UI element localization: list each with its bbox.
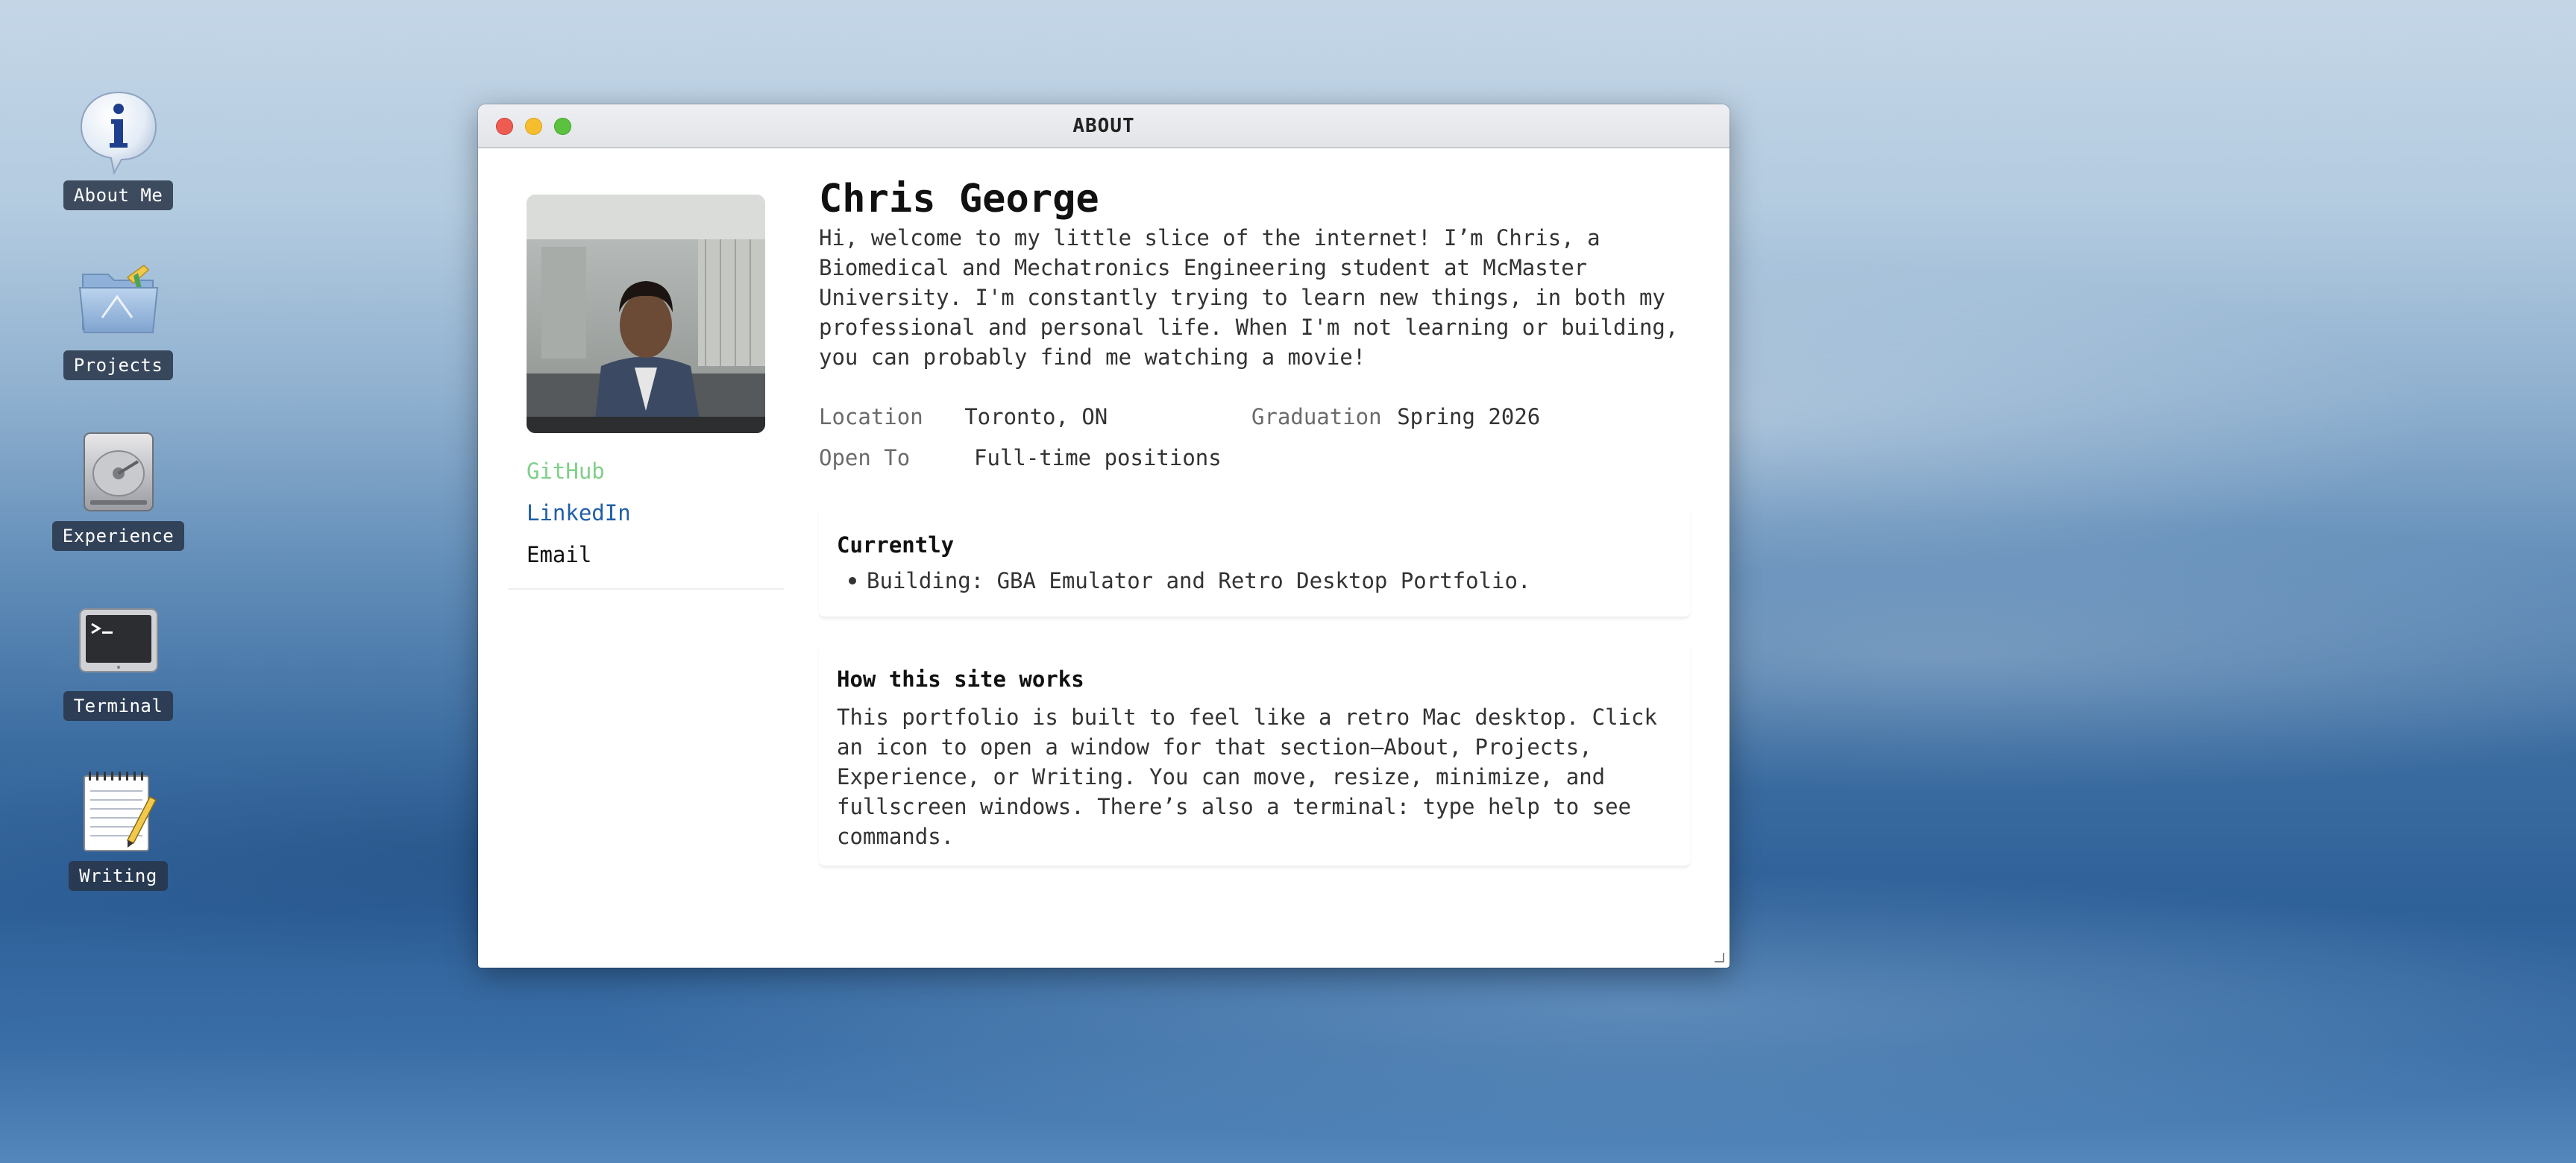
currently-title: Currently [837,532,955,558]
desktop-icon-experience[interactable]: Experience [51,429,185,551]
close-button[interactable] [496,118,513,135]
profile-links: GitHub LinkedIn Email [527,450,631,576]
list-item: Building: GBA Emulator and Retro Desktop… [837,568,1530,593]
resize-handle-icon[interactable] [1713,951,1725,963]
divider [508,588,784,590]
email-link[interactable]: Email [527,534,631,576]
window-content: GitHub LinkedIn Email Chris George Hi, w… [478,148,1730,968]
desktop-icon-about-me[interactable]: About Me [57,88,180,210]
window-title: ABOUT [1072,114,1135,137]
profile-name: Chris George [819,177,1099,221]
open-to-value: Full-time positions [974,445,1222,470]
bullet-icon [849,577,856,584]
about-window[interactable]: ABOUT GitHub LinkedIn Email Chris George… [478,104,1730,968]
currently-card: Currently Building: GBA Emulator and Ret… [819,506,1690,618]
window-controls [496,118,571,135]
fullscreen-button[interactable] [554,118,571,135]
location-value: Toronto, ON [964,404,1108,429]
linkedin-link[interactable]: LinkedIn [527,492,631,534]
desktop-icon-label: Projects [63,350,174,380]
info-icon [75,88,162,174]
info-row: Location Toronto, ON Graduation Spring 2… [819,397,1684,438]
hard-drive-icon [75,429,162,515]
github-link[interactable]: GitHub [527,450,631,492]
desktop-icon-label: Experience [51,521,185,551]
graduation-value: Spring 2026 [1397,404,1541,429]
minimize-button[interactable] [525,118,542,135]
folder-icon [75,258,162,344]
how-it-works-text: This portfolio is built to feel like a r… [837,705,1657,849]
location-label: Location [819,404,923,429]
profile-photo [527,195,765,433]
window-titlebar[interactable]: ABOUT [478,104,1730,148]
desktop-icon-label: Terminal [63,691,174,721]
notepad-icon [75,769,162,855]
how-it-works-card: How this site works This portfolio is bu… [819,644,1690,867]
desktop-icon-label: About Me [63,180,174,210]
currently-item: Building: GBA Emulator and Retro Desktop… [867,568,1531,593]
how-it-works-title: How this site works [837,666,1084,692]
profile-bio: Hi, welcome to my little slice of the in… [819,225,1679,370]
desktop-icon-projects[interactable]: Projects [57,258,180,380]
info-row: Open To Full-time positions [819,438,1684,479]
graduation-label: Graduation [1251,404,1382,429]
profile-info: Location Toronto, ON Graduation Spring 2… [819,397,1684,479]
terminal-icon [75,599,162,685]
open-to-label: Open To [819,445,911,470]
desktop-icon-writing[interactable]: Writing [57,769,180,891]
desktop-icon-label: Writing [69,861,168,891]
desktop-icon-terminal[interactable]: Terminal [57,599,180,721]
